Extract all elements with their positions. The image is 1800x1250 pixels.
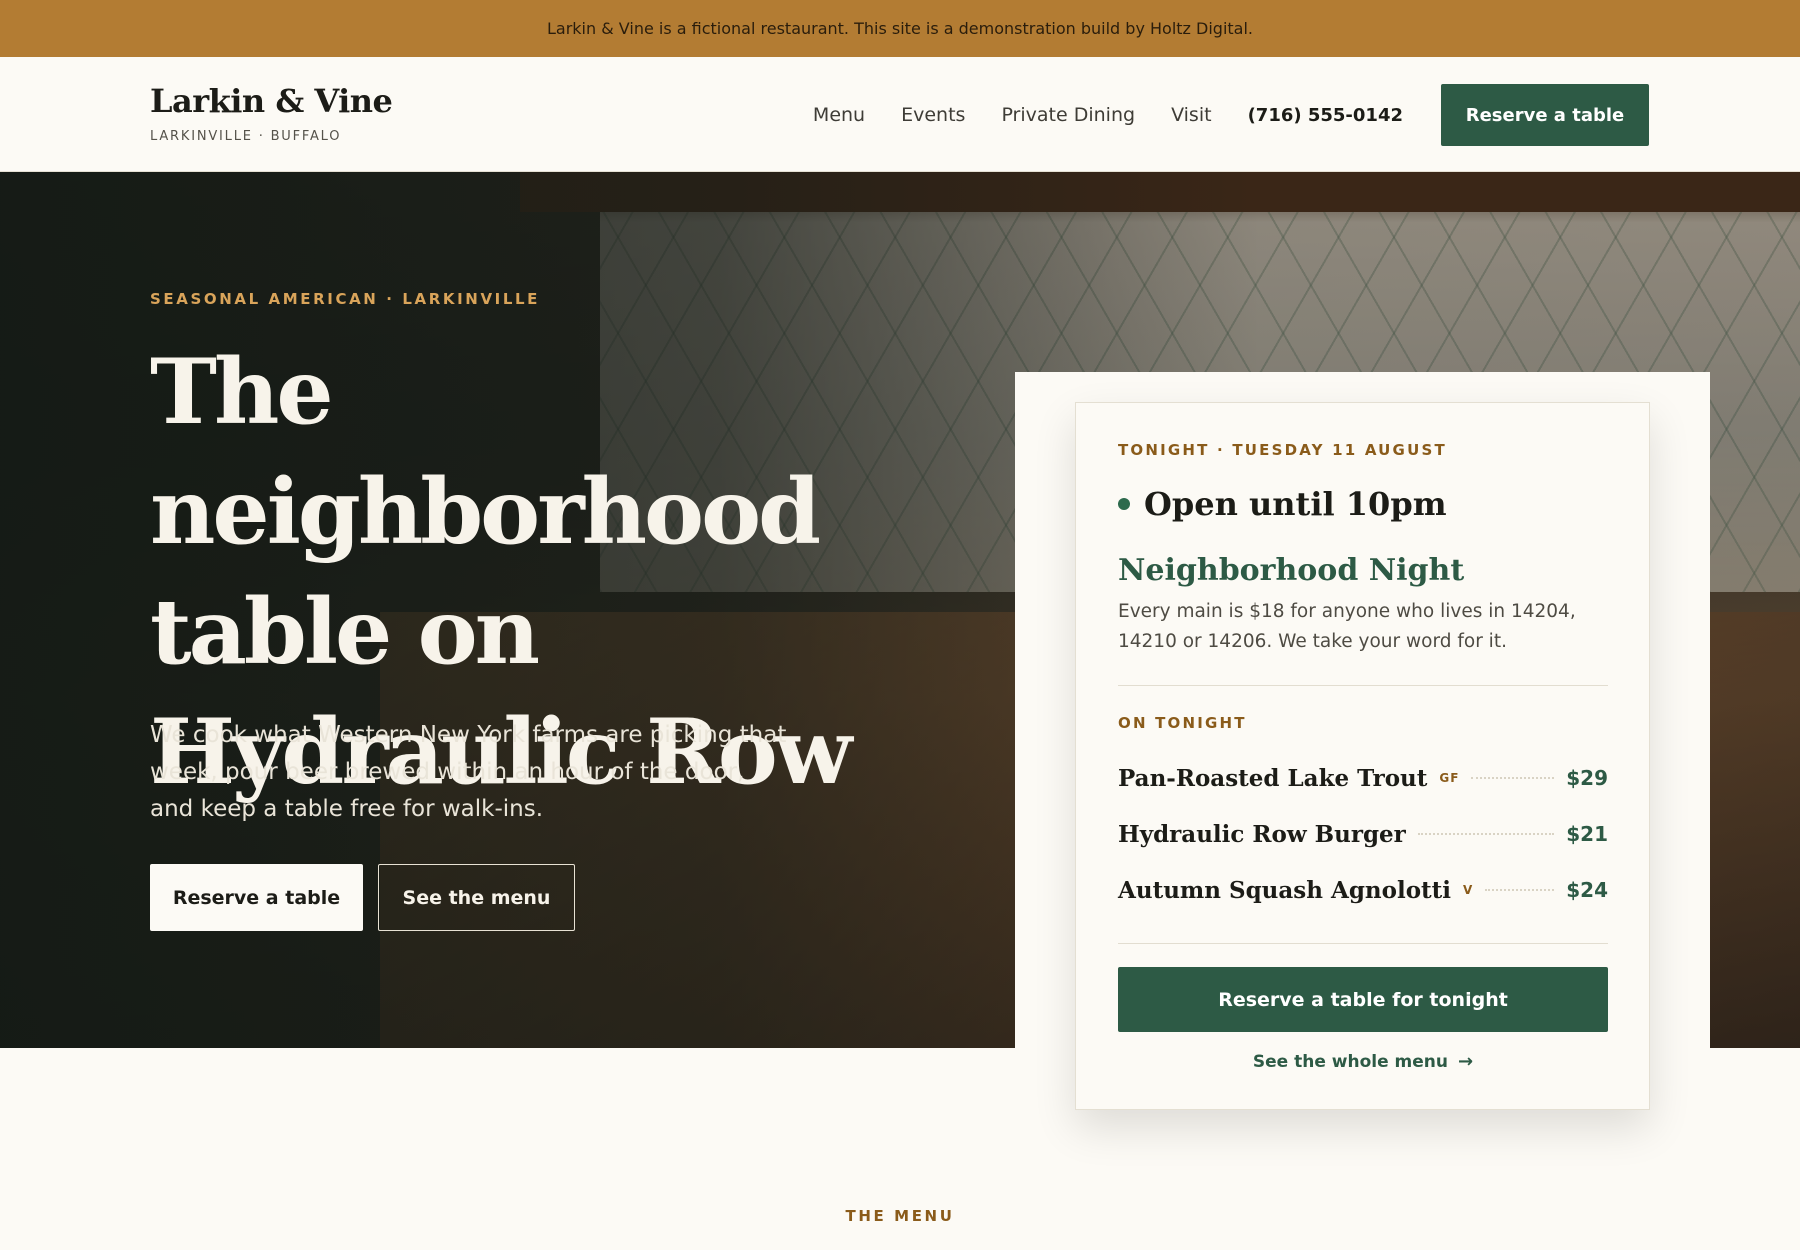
main-nav: Menu Events Private Dining Visit (716) 5… bbox=[813, 84, 1649, 146]
tonight-card: TONIGHT · TUESDAY 11 AUGUST Open until 1… bbox=[1075, 402, 1650, 1110]
open-status-text: Open until 10pm bbox=[1144, 485, 1447, 523]
card-divider bbox=[1118, 943, 1608, 944]
nav-link-menu[interactable]: Menu bbox=[813, 104, 865, 126]
hero-reserve-button[interactable]: Reserve a table bbox=[150, 864, 363, 931]
dish-price: $24 bbox=[1566, 878, 1608, 902]
hero-actions: Reserve a table See the menu bbox=[150, 864, 575, 931]
brand-name: Larkin & Vine bbox=[150, 82, 393, 120]
nav-link-private-dining[interactable]: Private Dining bbox=[1001, 104, 1135, 126]
dish-name: Hydraulic Row Burger bbox=[1118, 820, 1406, 848]
dish-name: Pan-Roasted Lake Trout bbox=[1118, 764, 1428, 792]
header-reserve-button[interactable]: Reserve a table bbox=[1441, 84, 1649, 146]
dish-price: $29 bbox=[1566, 766, 1608, 790]
open-status: Open until 10pm bbox=[1118, 485, 1447, 523]
card-divider bbox=[1118, 685, 1608, 686]
hero-eyebrow: SEASONAL AMERICAN · LARKINVILLE bbox=[150, 290, 541, 308]
status-dot-icon bbox=[1118, 498, 1130, 510]
whole-menu-link[interactable]: See the whole menu → bbox=[1118, 1051, 1608, 1072]
announcement-text: Larkin & Vine is a fictional restaurant.… bbox=[546, 19, 1254, 38]
dish-leader bbox=[1417, 833, 1555, 835]
menu-section-eyebrow: THE MENU bbox=[845, 1207, 955, 1225]
promo-title: Neighborhood Night bbox=[1118, 553, 1465, 588]
dish-dietary-tag: GF bbox=[1439, 771, 1460, 785]
dish-row: Autumn Squash Agnolotti V $24 bbox=[1118, 870, 1608, 910]
dish-price: $21 bbox=[1566, 822, 1608, 846]
reserve-tonight-button[interactable]: Reserve a table for tonight bbox=[1118, 967, 1608, 1032]
dish-dietary-tag: V bbox=[1463, 883, 1474, 897]
site-header: Larkin & Vine LARKINVILLE · BUFFALO Menu… bbox=[0, 57, 1800, 172]
dish-name: Autumn Squash Agnolotti bbox=[1118, 876, 1452, 904]
hero-lead: We cook what Western New York farms are … bbox=[150, 722, 787, 822]
nav-link-visit[interactable]: Visit bbox=[1171, 104, 1212, 126]
promo-body: Every main is $18 for anyone who lives i… bbox=[1118, 601, 1576, 652]
tonight-date: TONIGHT · TUESDAY 11 AUGUST bbox=[1118, 441, 1447, 459]
whole-menu-link-label: See the whole menu bbox=[1252, 1051, 1449, 1072]
phone-link[interactable]: (716) 555-0142 bbox=[1248, 105, 1403, 126]
brand-location: LARKINVILLE · BUFFALO bbox=[150, 129, 342, 145]
nav-link-events[interactable]: Events bbox=[901, 104, 965, 126]
on-tonight-label: ON TONIGHT bbox=[1118, 714, 1247, 732]
hero-menu-button[interactable]: See the menu bbox=[378, 864, 575, 931]
dish-leader bbox=[1485, 889, 1555, 891]
brand-logo[interactable]: Larkin & Vine LARKINVILLE · BUFFALO bbox=[150, 82, 393, 145]
dish-row: Hydraulic Row Burger $21 bbox=[1118, 814, 1608, 854]
arrow-right-icon: → bbox=[1458, 1051, 1474, 1072]
dish-row: Pan-Roasted Lake Trout GF $29 bbox=[1118, 758, 1608, 798]
announcement-bar: Larkin & Vine is a fictional restaurant.… bbox=[0, 0, 1800, 57]
dish-leader bbox=[1471, 777, 1555, 779]
